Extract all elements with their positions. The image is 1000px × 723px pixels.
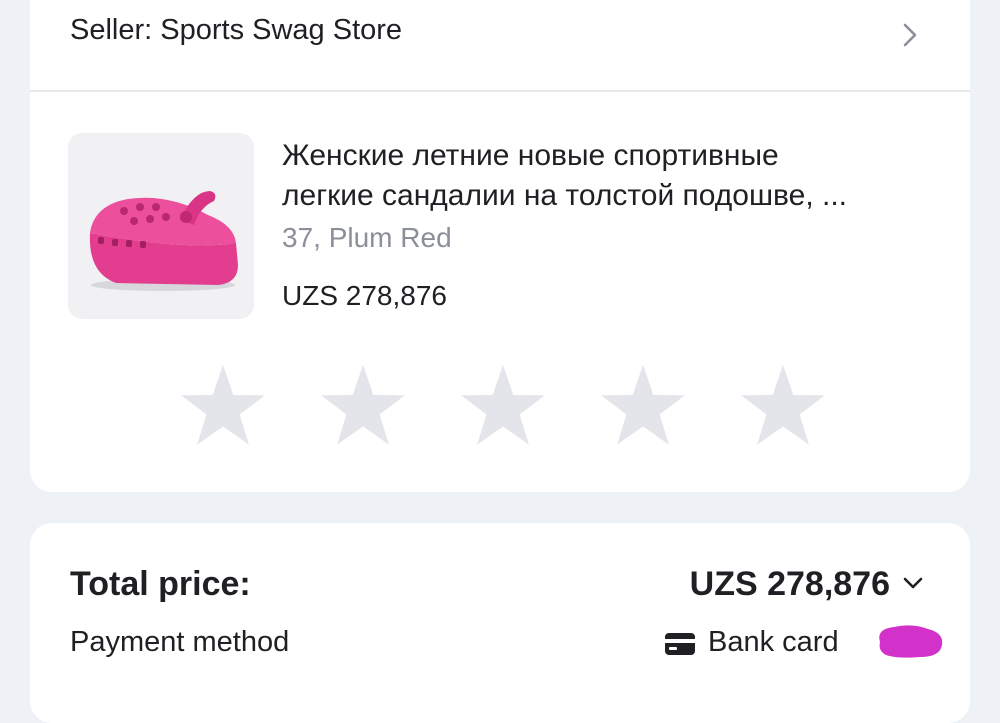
- seller-row[interactable]: Seller: Sports Swag Store: [30, 0, 970, 92]
- product-image[interactable]: [68, 133, 254, 319]
- product-price: UZS 278,876: [282, 280, 447, 311]
- product-title-line-2: легкие сандалии на толстой подошве, ...: [282, 179, 848, 212]
- product-title-line-1: Женские летние новые спортивные: [282, 139, 779, 172]
- chevron-down-icon[interactable]: [902, 575, 924, 591]
- star-2-icon[interactable]: [318, 362, 408, 452]
- star-5-icon[interactable]: [738, 362, 828, 452]
- payment-method-label: Payment method: [70, 626, 290, 658]
- order-item-card: Seller: Sports Swag Store Женские летние…: [30, 0, 970, 492]
- seller-label: Seller: Sports Swag Store: [70, 14, 403, 46]
- rating-stars: [178, 362, 828, 452]
- star-4-icon[interactable]: [598, 362, 688, 452]
- payment-method-value[interactable]: Bank card: [708, 626, 839, 659]
- product-variant: 37, Plum Red: [282, 222, 452, 253]
- star-1-icon[interactable]: [178, 362, 268, 452]
- redaction-mark: [879, 625, 943, 658]
- star-3-icon[interactable]: [458, 362, 548, 452]
- total-price-label: Total price:: [70, 565, 251, 603]
- bank-card-icon: [665, 633, 695, 655]
- product-title[interactable]: Женские летние новые спортивные легкие с…: [282, 136, 942, 216]
- pink-platform-clog-image: [89, 191, 238, 291]
- chevron-right-icon: [903, 23, 917, 47]
- order-summary-card: Total price: UZS 278,876 Payment method …: [30, 523, 970, 723]
- total-price-value[interactable]: UZS 278,876: [690, 565, 890, 604]
